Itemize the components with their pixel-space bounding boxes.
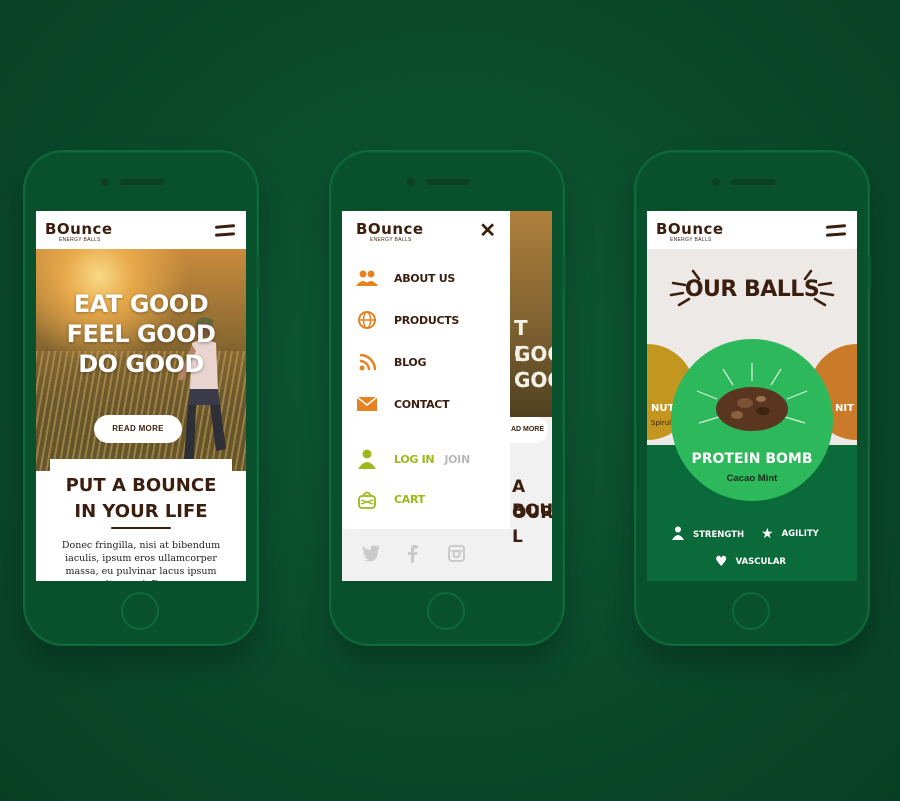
side-button — [563, 256, 566, 290]
twitter-icon[interactable] — [362, 545, 380, 565]
menu-icon[interactable] — [214, 224, 236, 237]
login-link[interactable]: LOG IN — [394, 453, 435, 466]
menu-icon[interactable] — [825, 224, 847, 237]
globe-icon — [356, 310, 378, 330]
phone-home: BOunce ENERGY BALLS EAT GOOD FEEL GOOD D… — [25, 152, 260, 644]
side-button — [868, 256, 871, 290]
heart-icon: ♥ — [715, 554, 728, 570]
phone-menu: T GOO L GO GOO AD MORE A BOU OUR L BOunc… — [331, 152, 566, 644]
close-icon[interactable]: ✕ — [479, 221, 496, 241]
logo[interactable]: BOunce ENERGY BALLS — [356, 221, 424, 243]
attribute-vascular: ♥ VASCULAR — [715, 554, 786, 570]
menu-item-login[interactable]: LOG IN JOIN — [356, 448, 470, 470]
brand-name: BOunce — [356, 220, 424, 238]
social-bar — [342, 529, 510, 581]
underlying-page: T GOO L GO GOO AD MORE A BOU OUR L — [510, 211, 552, 581]
logo[interactable]: BOunce ENERGY BALLS — [656, 221, 724, 243]
intro-card: PUT A BOUNCE IN YOUR LIFE Donec fringill… — [50, 459, 232, 581]
star-icon: ★ — [761, 526, 774, 542]
product-name: PROTEIN BOMB — [691, 451, 813, 467]
screen-products: BOunce ENERGY BALLS OUR BALLS NUTRI Spir… — [647, 211, 857, 581]
home-button[interactable] — [427, 592, 465, 630]
speaker — [426, 179, 470, 185]
home-button[interactable] — [121, 592, 159, 630]
hero-image: EAT GOOD FEEL GOOD DO GOOD READ MORE — [36, 249, 246, 471]
logo[interactable]: BOunce ENERGY BALLS — [45, 221, 113, 243]
screen-home: BOunce ENERGY BALLS EAT GOOD FEEL GOOD D… — [36, 211, 246, 581]
section-title: PUT A BOUNCE IN YOUR LIFE — [65, 475, 217, 522]
envelope-icon — [356, 394, 378, 414]
phone-products: BOunce ENERGY BALLS OUR BALLS NUTRI Spir… — [636, 152, 871, 644]
facebook-icon[interactable] — [408, 545, 418, 567]
camera — [712, 178, 720, 186]
screen-menu: T GOO L GO GOO AD MORE A BOU OUR L BOunc… — [342, 211, 552, 581]
home-button[interactable] — [732, 592, 770, 630]
energy-ball-image — [696, 363, 808, 431]
section-title: OUR BALLS — [684, 277, 820, 302]
menu-item-contact[interactable]: CONTACT — [356, 393, 450, 415]
speaker — [120, 179, 164, 185]
cart-icon — [356, 489, 378, 509]
camera — [407, 178, 415, 186]
read-more-button[interactable]: READ MORE — [94, 415, 182, 443]
menu-item-about-us[interactable]: ABOUT US — [356, 267, 455, 289]
user-icon — [356, 449, 378, 469]
speaker — [731, 179, 775, 185]
person-icon — [671, 526, 685, 544]
nav-drawer: BOunce ENERGY BALLS ✕ ABOUT US PRODUCTS — [342, 211, 510, 581]
camera — [101, 178, 109, 186]
brand-name: BOunce — [656, 220, 724, 238]
intro-text: Donec fringilla, nisi at bibendum iaculi… — [61, 540, 221, 581]
people-icon — [356, 268, 378, 288]
brand-name: BOunce — [45, 220, 113, 238]
ball-right-label: NIT — [835, 403, 854, 414]
attribute-agility: ★ AGILITY — [761, 526, 819, 542]
menu-item-products[interactable]: PRODUCTS — [356, 309, 459, 331]
menu-item-blog[interactable]: BLOG — [356, 351, 426, 373]
hero-title: EAT GOOD FEEL GOOD DO GOOD — [66, 290, 216, 378]
instagram-icon[interactable] — [448, 545, 465, 566]
divider — [111, 527, 171, 529]
menu-item-cart[interactable]: CART — [356, 488, 425, 510]
attribute-strength: STRENGTH — [671, 526, 744, 544]
side-button — [257, 256, 260, 290]
rss-icon — [356, 352, 378, 372]
join-link[interactable]: JOIN — [444, 453, 470, 466]
product-flavor: Cacao Mint — [726, 473, 778, 484]
